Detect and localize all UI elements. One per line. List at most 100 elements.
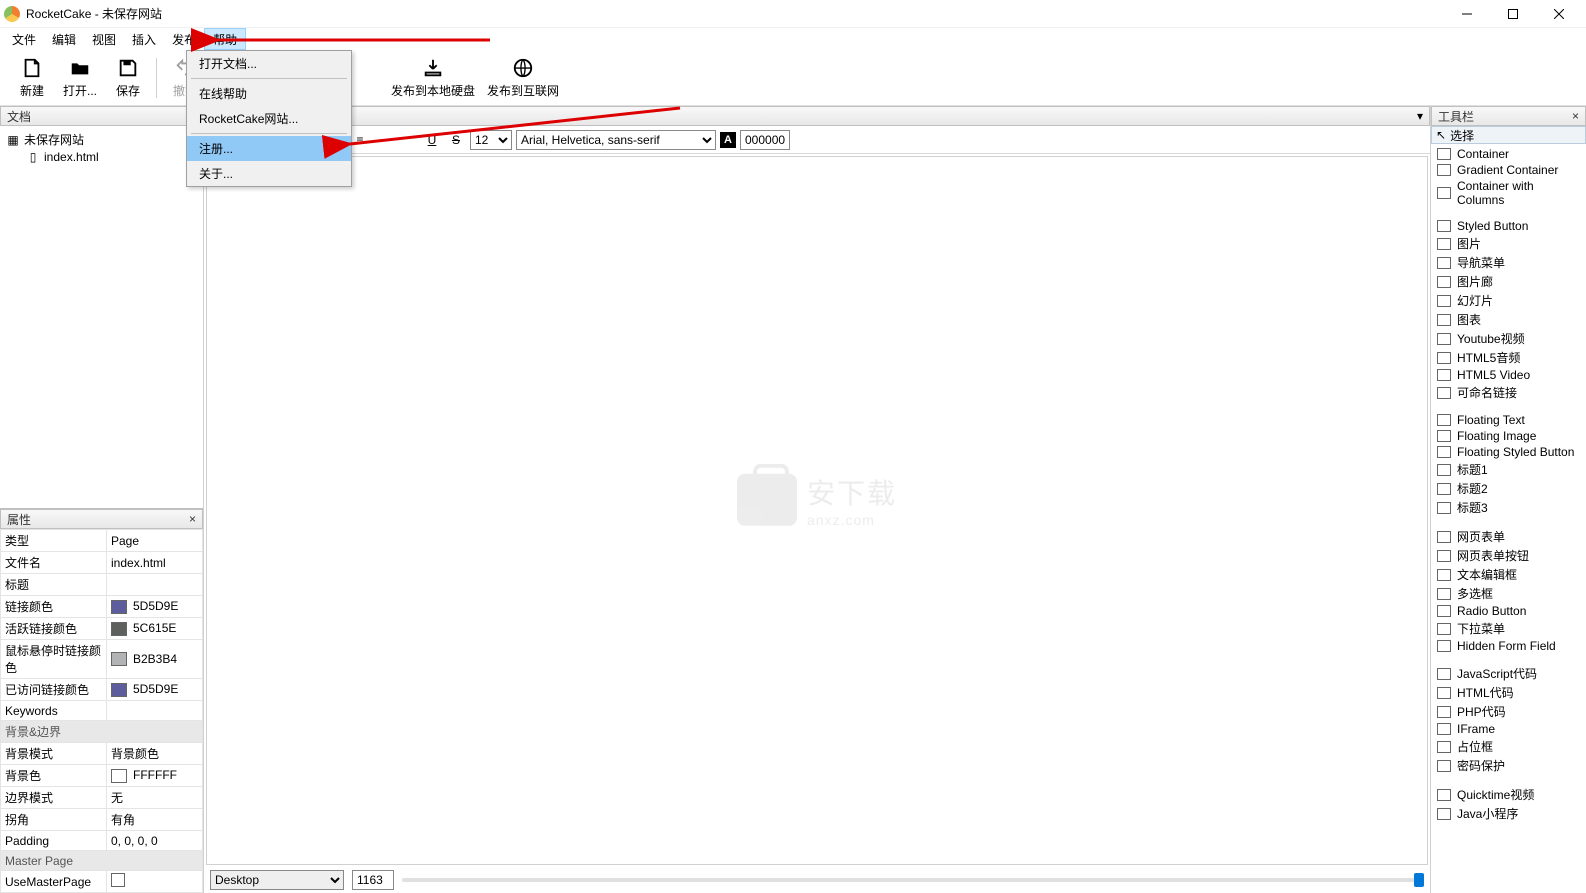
tool-item[interactable]: HTML5音频 <box>1431 348 1586 367</box>
prop-padding[interactable]: 0, 0, 0, 0 <box>107 831 203 851</box>
open-button[interactable]: 打开... <box>56 56 104 99</box>
tool-item[interactable]: 网页表单 <box>1431 527 1586 546</box>
width-slider[interactable] <box>402 878 1424 882</box>
tool-icon <box>1437 295 1451 307</box>
menu-help[interactable]: 帮助 <box>204 28 246 50</box>
tool-item[interactable]: 标题3 <box>1431 498 1586 517</box>
tool-item[interactable]: Floating Styled Button <box>1431 444 1586 460</box>
doc-tree[interactable]: ▦未保存网站 ▯index.html <box>0 126 203 508</box>
tool-item[interactable]: Styled Button <box>1431 218 1586 234</box>
tool-icon <box>1437 464 1451 476</box>
tool-item[interactable]: PHP代码 <box>1431 702 1586 721</box>
tool-item[interactable]: 图片廊 <box>1431 272 1586 291</box>
tree-file[interactable]: ▯index.html <box>6 149 197 165</box>
text-color-icon[interactable]: A <box>720 132 736 148</box>
tool-item[interactable]: 标题2 <box>1431 479 1586 498</box>
tool-item[interactable]: 幻灯片 <box>1431 291 1586 310</box>
tool-item[interactable]: 密码保护 <box>1431 756 1586 775</box>
tool-item[interactable]: Floating Text <box>1431 412 1586 428</box>
menu-file[interactable]: 文件 <box>4 28 44 50</box>
menu-edit[interactable]: 编辑 <box>44 28 84 50</box>
tool-item[interactable]: 标题1 <box>1431 460 1586 479</box>
prop-usemasterpage[interactable] <box>107 871 203 893</box>
watermark: 安下载 anxz.com <box>737 471 897 527</box>
tool-item[interactable]: Floating Image <box>1431 428 1586 444</box>
prop-border[interactable]: 无 <box>107 787 203 809</box>
prop-link-color[interactable]: 5D5D9E <box>107 596 203 618</box>
editor-canvas[interactable]: 安下载 anxz.com <box>206 156 1428 865</box>
tool-icon <box>1437 148 1451 160</box>
menu-view[interactable]: 视图 <box>84 28 124 50</box>
tool-item[interactable]: 可命名链接 <box>1431 383 1586 402</box>
italic-button[interactable] <box>398 130 418 150</box>
help-open-doc[interactable]: 打开文档... <box>187 51 351 76</box>
tool-item[interactable]: Gradient Container <box>1431 162 1586 178</box>
help-site[interactable]: RocketCake网站... <box>187 106 351 131</box>
tool-icon <box>1437 808 1451 820</box>
underline-button[interactable]: U <box>422 130 442 150</box>
prop-filename[interactable]: index.html <box>107 552 203 574</box>
font-family-select[interactable]: Arial, Helvetica, sans-serif <box>516 130 716 150</box>
tool-icon <box>1437 605 1451 617</box>
minimize-button[interactable] <box>1444 0 1490 28</box>
tool-item[interactable]: HTML代码 <box>1431 683 1586 702</box>
text-color-value[interactable]: 000000 <box>740 130 790 150</box>
tool-item[interactable]: 下拉菜单 <box>1431 619 1586 638</box>
close-tools-icon[interactable]: × <box>1572 109 1579 123</box>
strike-button[interactable]: S <box>446 130 466 150</box>
tool-icon <box>1437 238 1451 250</box>
property-table: 类型Page 文件名index.html 标题 链接颜色5D5D9E 活跃链接颜… <box>0 529 203 893</box>
close-button[interactable] <box>1536 0 1582 28</box>
tool-item[interactable]: Radio Button <box>1431 603 1586 619</box>
tool-item[interactable]: HTML5 Video <box>1431 367 1586 383</box>
tools-list[interactable]: ContainerGradient ContainerContainer wit… <box>1431 144 1586 893</box>
app-icon <box>4 6 20 22</box>
tool-item[interactable]: Container <box>1431 146 1586 162</box>
tool-item[interactable]: 图表 <box>1431 310 1586 329</box>
tool-item[interactable]: Hidden Form Field <box>1431 638 1586 654</box>
prop-vlink-color[interactable]: 5D5D9E <box>107 679 203 701</box>
align-left-button[interactable]: ≡ <box>350 130 370 150</box>
bold-button[interactable] <box>374 130 394 150</box>
publish-web-button[interactable]: 发布到互联网 <box>478 56 568 99</box>
tool-item[interactable]: Java小程序 <box>1431 804 1586 823</box>
maximize-button[interactable] <box>1490 0 1536 28</box>
menu-insert[interactable]: 插入 <box>124 28 164 50</box>
prop-bgcolor[interactable]: FFFFFF <box>107 765 203 787</box>
prop-type[interactable]: Page <box>107 530 203 552</box>
tool-item[interactable]: 多选框 <box>1431 584 1586 603</box>
tool-select[interactable]: ↖选择 <box>1431 126 1586 144</box>
new-button[interactable]: 新建 <box>8 56 56 99</box>
tool-icon <box>1437 187 1451 199</box>
prop-alink-color[interactable]: 5C615E <box>107 618 203 640</box>
tool-item[interactable]: 导航菜单 <box>1431 253 1586 272</box>
save-button[interactable]: 保存 <box>104 56 152 99</box>
slider-thumb[interactable] <box>1414 873 1424 887</box>
tool-item[interactable]: 图片 <box>1431 234 1586 253</box>
tool-item[interactable]: 文本编辑框 <box>1431 565 1586 584</box>
prop-bgmode[interactable]: 背景颜色 <box>107 743 203 765</box>
width-input[interactable]: 1163 <box>352 870 394 890</box>
site-icon: ▦ <box>6 133 20 147</box>
prop-corner[interactable]: 有角 <box>107 809 203 831</box>
publish-local-button[interactable]: 发布到本地硬盘 <box>388 56 478 99</box>
dropdown-icon[interactable]: ▾ <box>1417 109 1423 123</box>
tool-item[interactable]: Container with Columns <box>1431 178 1586 208</box>
tool-item[interactable]: JavaScript代码 <box>1431 664 1586 683</box>
close-panel-icon[interactable]: × <box>189 512 196 526</box>
tool-item[interactable]: IFrame <box>1431 721 1586 737</box>
font-size-select[interactable]: 12 <box>470 130 512 150</box>
tree-root[interactable]: ▦未保存网站 <box>6 130 197 149</box>
help-about[interactable]: 关于... <box>187 161 351 186</box>
prop-keywords[interactable] <box>107 701 203 721</box>
tool-item[interactable]: Quicktime视频 <box>1431 785 1586 804</box>
tool-item[interactable]: Youtube视频 <box>1431 329 1586 348</box>
help-register[interactable]: 注册... <box>187 136 351 161</box>
device-select[interactable]: Desktop <box>210 870 344 890</box>
prop-hlink-color[interactable]: B2B3B4 <box>107 640 203 679</box>
menu-publish[interactable]: 发布 <box>164 28 204 50</box>
prop-title[interactable] <box>107 574 203 596</box>
tool-item[interactable]: 网页表单按钮 <box>1431 546 1586 565</box>
tool-item[interactable]: 占位框 <box>1431 737 1586 756</box>
help-online[interactable]: 在线帮助 <box>187 81 351 106</box>
